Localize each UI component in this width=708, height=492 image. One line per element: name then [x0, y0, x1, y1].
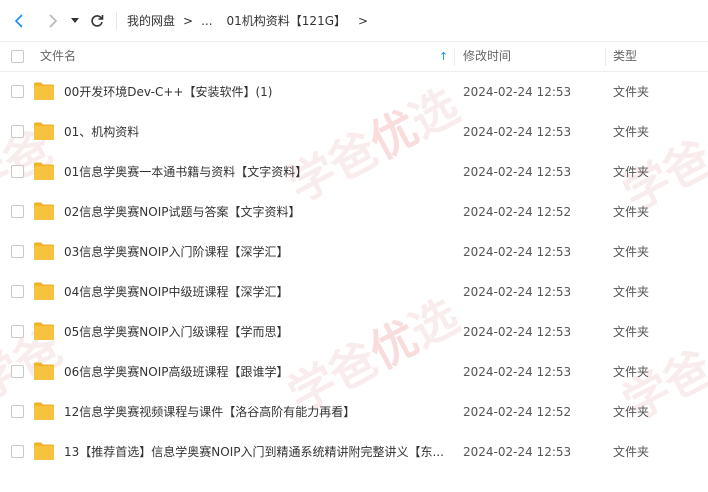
sort-arrow-icon[interactable]: ↑ — [439, 42, 448, 71]
breadcrumb-root[interactable]: 我的网盘 — [127, 12, 175, 29]
refresh-icon — [91, 14, 104, 27]
row-checkbox[interactable] — [11, 365, 24, 378]
file-name[interactable]: 04信息学奥赛NOIP中级班课程【深学汇】 — [64, 272, 288, 312]
column-header-type[interactable]: 类型 — [613, 42, 637, 71]
table-row[interactable]: 00开发环境Dev-C++【安装软件】(1) 2024-02-24 12:53 文件… — [0, 72, 708, 112]
back-button[interactable] — [8, 10, 30, 32]
file-name[interactable]: 13【推荐首选】信息学奥赛NOIP入门到精通系统精讲附完整讲义【东... — [64, 432, 444, 472]
table-row[interactable]: 06信息学奥赛NOIP高级班课程【跟谁学】 2024-02-24 12:53 文件夹 — [0, 352, 708, 392]
row-checkbox[interactable] — [11, 245, 24, 258]
breadcrumb: 我的网盘 > ... 01机构资料【121G】 > — [127, 12, 376, 29]
history-dropdown-button[interactable] — [68, 10, 82, 32]
table-header: 文件名 ↑ 修改时间 类型 — [0, 41, 708, 72]
file-type: 文件夹 — [613, 205, 650, 219]
row-checkbox[interactable] — [11, 205, 24, 218]
table-row[interactable]: 01、机构资料 2024-02-24 12:53 文件夹 — [0, 112, 708, 152]
toolbar: 我的网盘 > ... 01机构资料【121G】 > — [0, 0, 708, 41]
file-type: 文件夹 — [613, 445, 650, 459]
table-row[interactable]: 04信息学奥赛NOIP中级班课程【深学汇】 2024-02-24 12:53 文件夹 — [0, 272, 708, 312]
table-row[interactable]: 02信息学奥赛NOIP试题与答案【文字资料】 2024-02-24 12:52 文件… — [0, 192, 708, 232]
row-checkbox[interactable] — [11, 125, 24, 138]
file-type: 文件夹 — [613, 85, 650, 99]
select-all-checkbox[interactable] — [11, 50, 24, 63]
file-modified-time: 2024-02-24 12:53 — [463, 325, 572, 339]
file-modified-time: 2024-02-24 12:53 — [463, 85, 572, 99]
column-divider[interactable] — [605, 48, 606, 66]
file-name[interactable]: 12信息学奥赛视频课程与课件【洛谷高阶有能力再看】 — [64, 392, 355, 432]
file-name[interactable]: 03信息学奥赛NOIP入门阶课程【深学汇】 — [64, 232, 288, 272]
folder-icon — [33, 441, 55, 461]
toolbar-divider — [116, 11, 117, 30]
file-type: 文件夹 — [613, 125, 650, 139]
table-row[interactable]: 05信息学奥赛NOIP入门级课程【学而思】 2024-02-24 12:53 文件夹 — [0, 312, 708, 352]
breadcrumb-separator: > — [358, 13, 369, 28]
folder-icon — [33, 281, 55, 301]
file-type: 文件夹 — [613, 405, 650, 419]
folder-icon — [33, 321, 55, 341]
row-checkbox[interactable] — [11, 85, 24, 98]
file-name[interactable]: 01、机构资料 — [64, 112, 139, 152]
file-name[interactable]: 05信息学奥赛NOIP入门级课程【学而思】 — [64, 312, 288, 352]
folder-icon — [33, 161, 55, 181]
file-modified-time: 2024-02-24 12:53 — [463, 245, 572, 259]
folder-icon — [33, 201, 55, 221]
file-type: 文件夹 — [613, 365, 650, 379]
column-header-name[interactable]: 文件名 — [40, 42, 76, 71]
table-row[interactable]: 13【推荐首选】信息学奥赛NOIP入门到精通系统精讲附完整讲义【东... 2024… — [0, 432, 708, 472]
row-checkbox[interactable] — [11, 405, 24, 418]
chevron-left-icon — [14, 13, 23, 28]
file-type: 文件夹 — [613, 325, 650, 339]
file-modified-time: 2024-02-24 12:52 — [463, 405, 572, 419]
file-modified-time: 2024-02-24 12:53 — [463, 445, 572, 459]
file-modified-time: 2024-02-24 12:53 — [463, 365, 572, 379]
forward-button[interactable] — [42, 10, 64, 32]
folder-icon — [33, 81, 55, 101]
file-modified-time: 2024-02-24 12:53 — [463, 125, 572, 139]
file-modified-time: 2024-02-24 12:52 — [463, 205, 572, 219]
file-modified-time: 2024-02-24 12:53 — [463, 285, 572, 299]
file-type: 文件夹 — [613, 285, 650, 299]
table-row[interactable]: 12信息学奥赛视频课程与课件【洛谷高阶有能力再看】 2024-02-24 12:5… — [0, 392, 708, 432]
column-header-modified[interactable]: 修改时间 — [463, 42, 511, 71]
folder-icon — [33, 361, 55, 381]
folder-icon — [33, 121, 55, 141]
breadcrumb-separator: > — [183, 13, 194, 28]
chevron-right-icon — [49, 13, 58, 28]
triangle-down-icon — [71, 17, 79, 23]
row-checkbox[interactable] — [11, 325, 24, 338]
refresh-button[interactable] — [86, 10, 108, 32]
breadcrumb-ellipsis[interactable]: ... — [201, 14, 212, 28]
table-row[interactable]: 03信息学奥赛NOIP入门阶课程【深学汇】 2024-02-24 12:53 文件夹 — [0, 232, 708, 272]
folder-icon — [33, 241, 55, 261]
column-divider[interactable] — [454, 48, 455, 66]
breadcrumb-current[interactable]: 01机构资料【121G】 — [227, 12, 346, 29]
row-checkbox[interactable] — [11, 285, 24, 298]
file-name[interactable]: 00开发环境Dev-C++【安装软件】(1) — [64, 72, 273, 112]
row-checkbox[interactable] — [11, 165, 24, 178]
file-type: 文件夹 — [613, 165, 650, 179]
file-modified-time: 2024-02-24 12:53 — [463, 165, 572, 179]
file-name[interactable]: 02信息学奥赛NOIP试题与答案【文字资料】 — [64, 192, 300, 232]
folder-icon — [33, 401, 55, 421]
file-name[interactable]: 06信息学奥赛NOIP高级班课程【跟谁学】 — [64, 352, 288, 392]
file-type: 文件夹 — [613, 245, 650, 259]
table-row[interactable]: 01信息学奥赛一本通书籍与资料【文字资料】 2024-02-24 12:53 文件夹 — [0, 152, 708, 192]
row-checkbox[interactable] — [11, 445, 24, 458]
file-name[interactable]: 01信息学奥赛一本通书籍与资料【文字资料】 — [64, 152, 307, 192]
